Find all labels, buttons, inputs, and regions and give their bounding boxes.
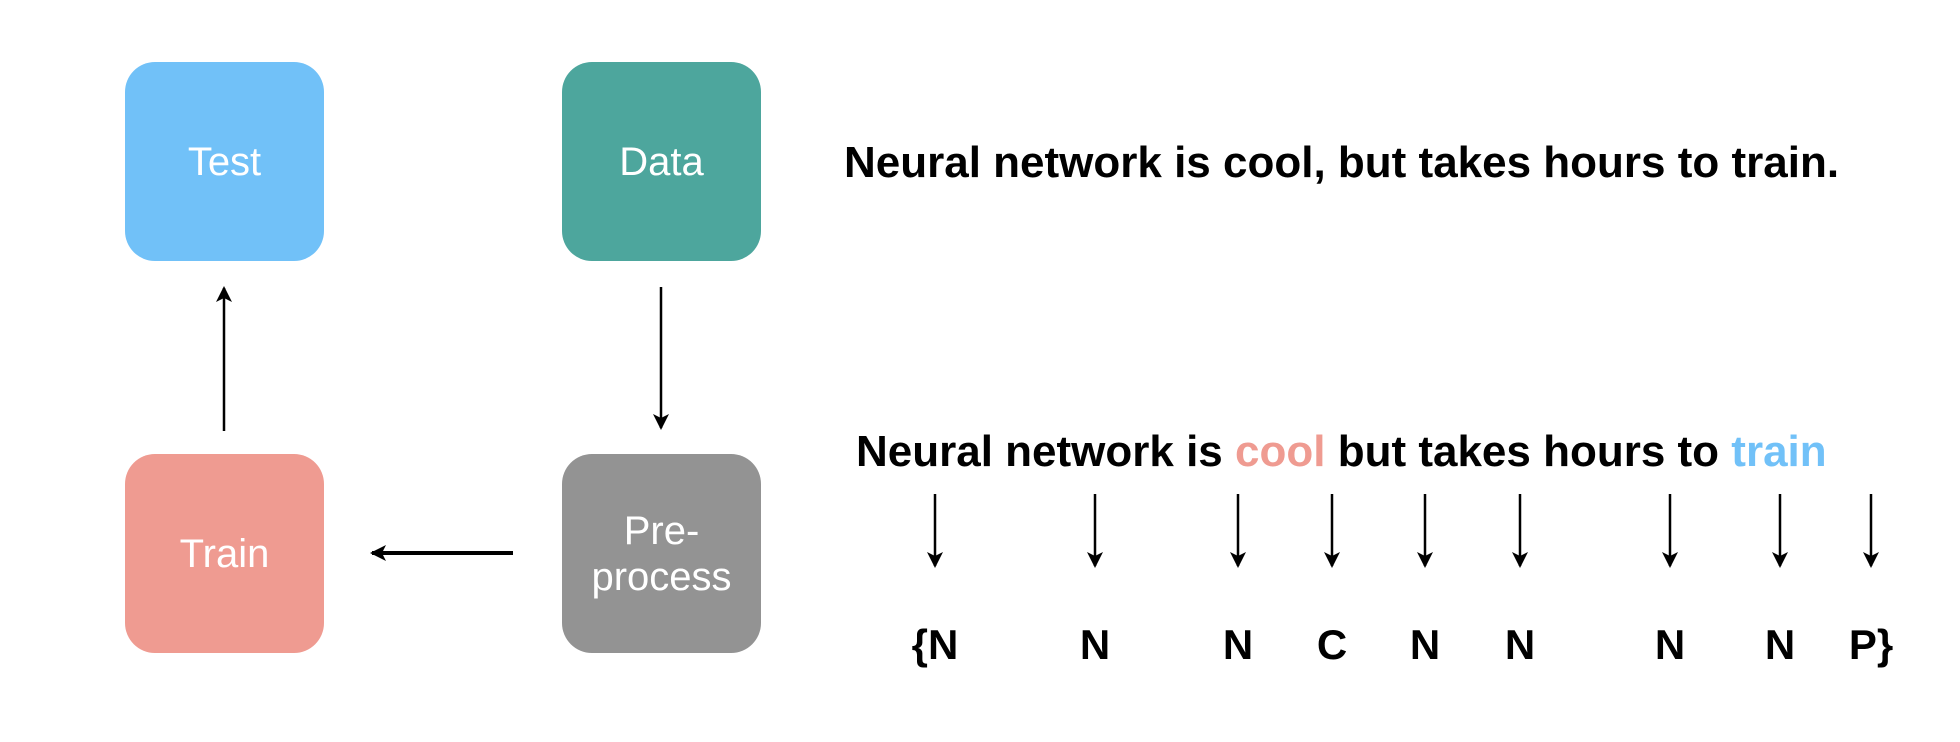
word-cool: cool [1235,427,1326,476]
word-train: train [1731,427,1827,476]
tag-label: C [1316,621,1348,668]
tag-label: N [1079,621,1111,668]
tag-label: N [1409,621,1441,668]
tag-label: N [1222,621,1254,668]
tag-label: N [1764,621,1796,668]
sentence-part1: Neural network is [856,427,1236,476]
tag-label: N [1504,621,1536,668]
sentence-tokenized: Neural network is cool but takes hours t… [856,427,1827,477]
sentence-full: Neural network is cool, but takes hours … [844,138,1840,187]
tag-label: N [1654,621,1686,668]
tag-label: {N [911,621,959,668]
tag-label: P} [1848,621,1894,668]
sentence-part2: but takes hours to [1325,427,1732,476]
